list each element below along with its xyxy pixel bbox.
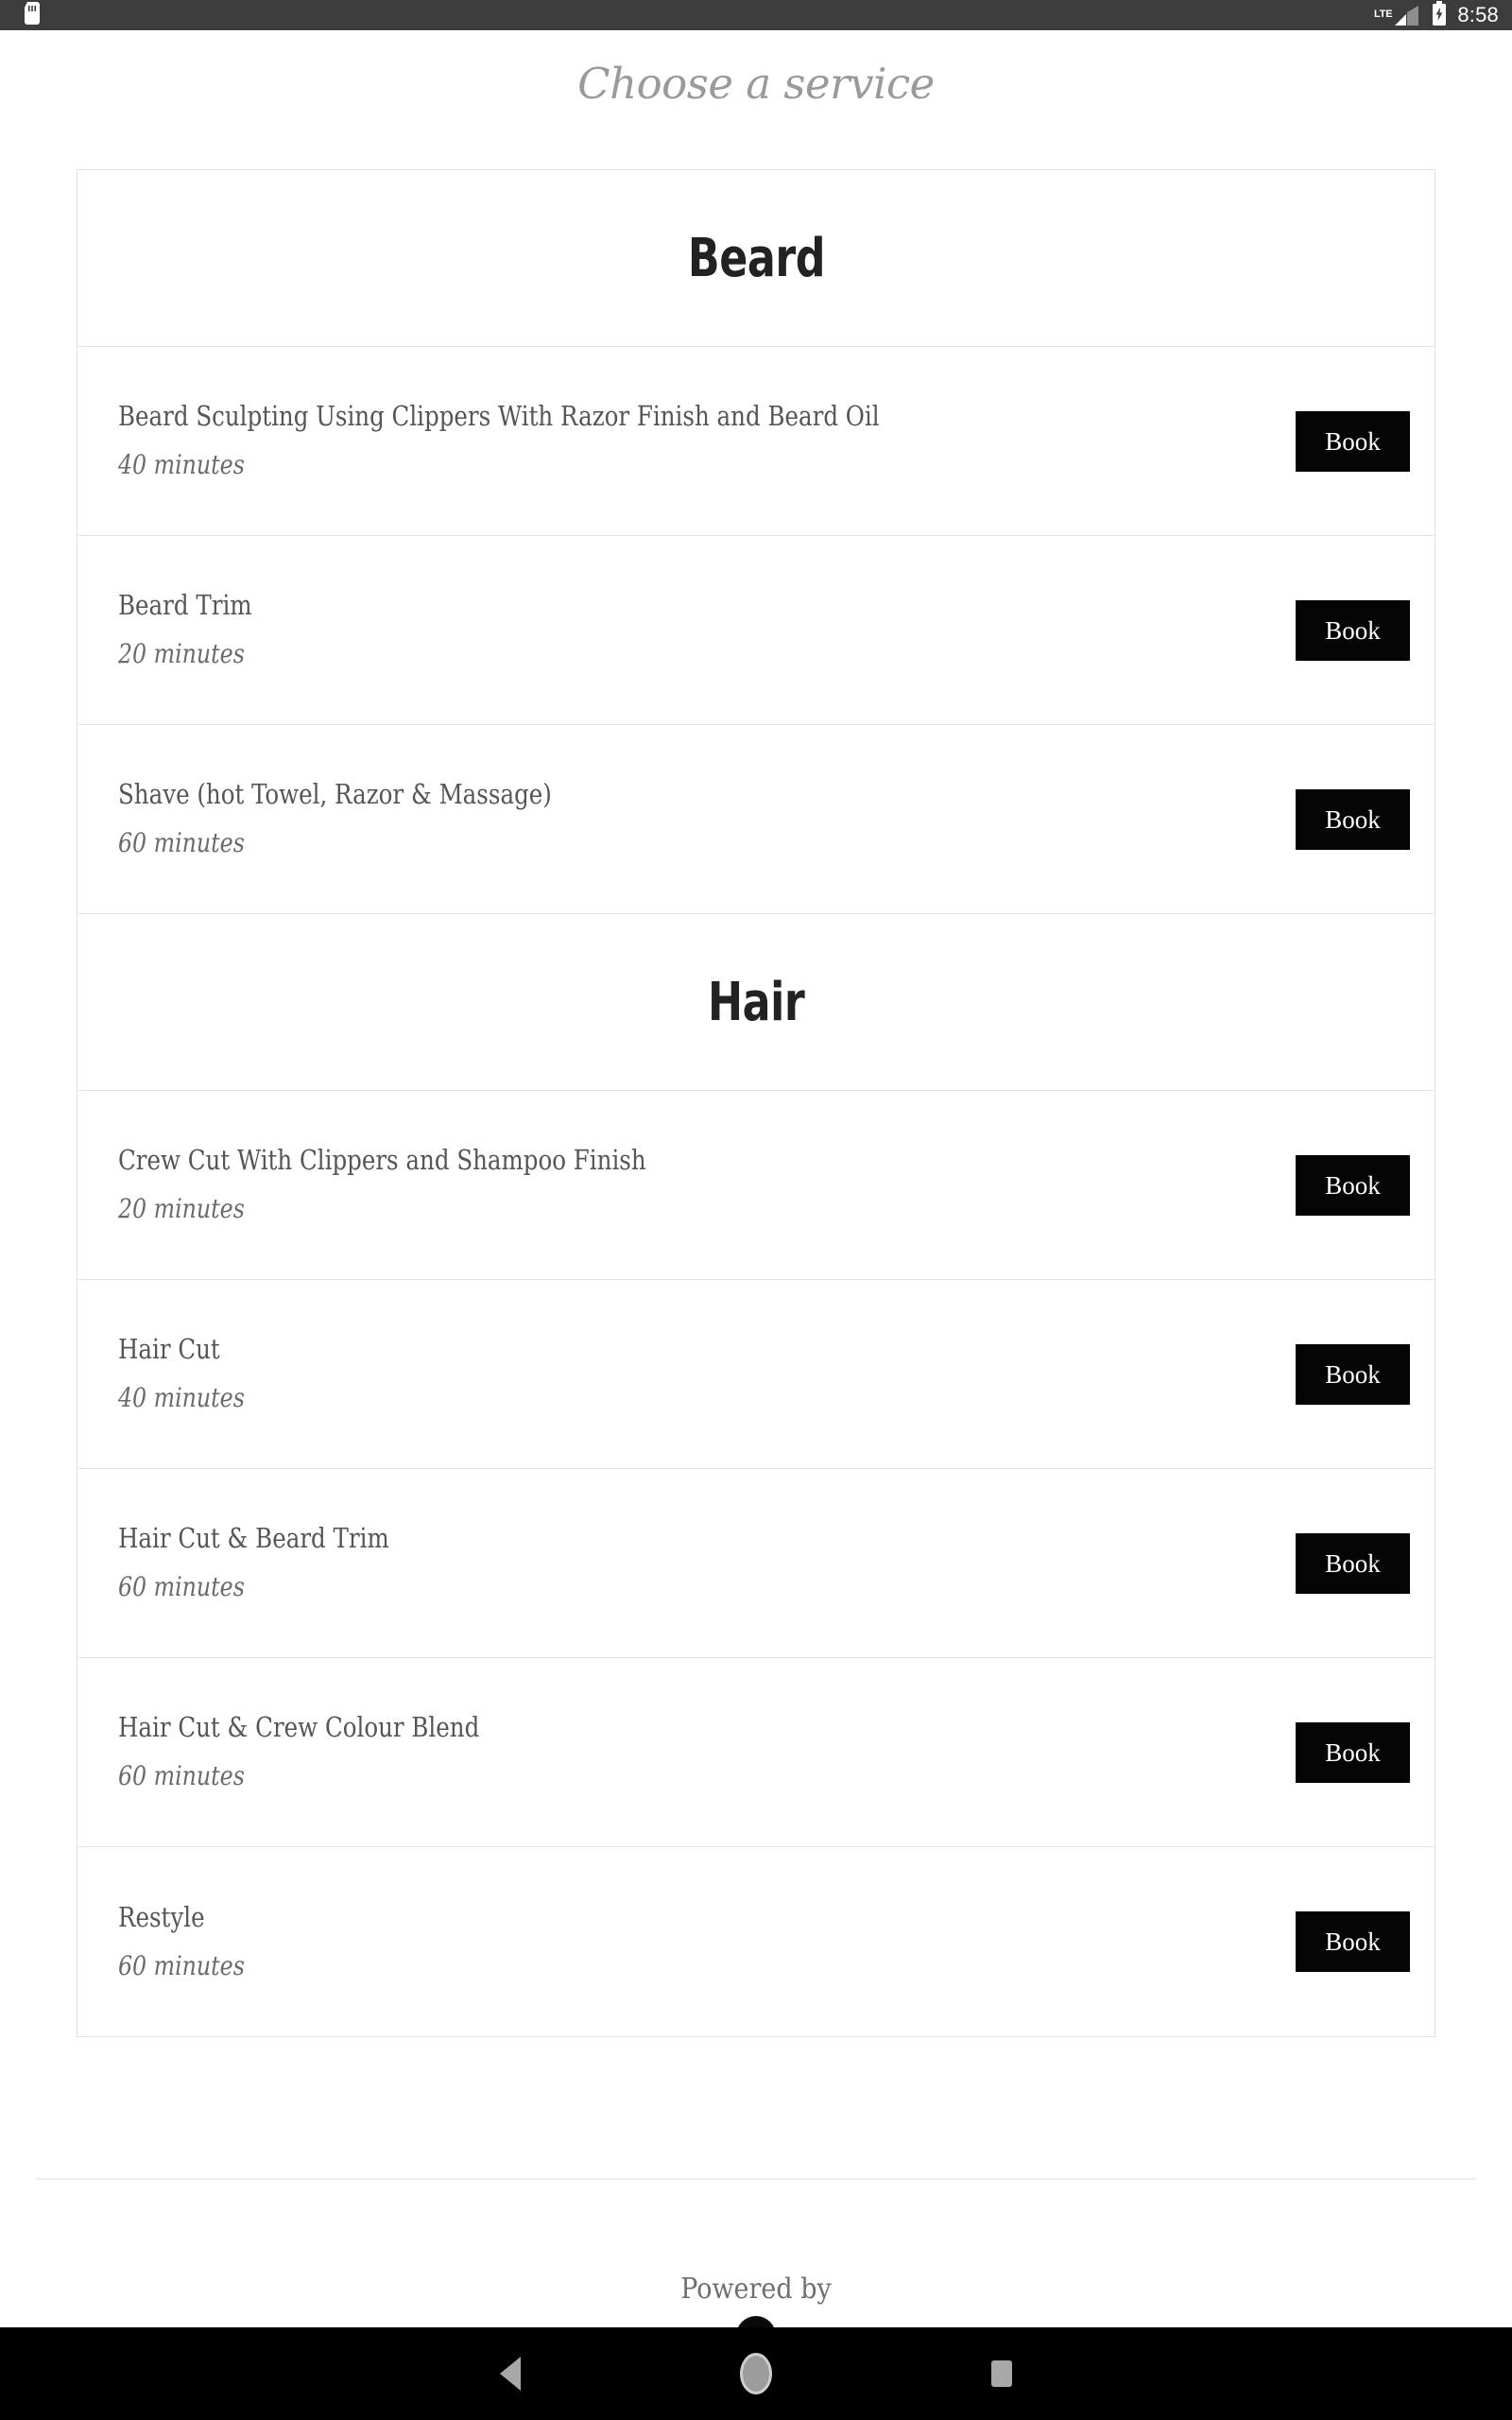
- service-name: Hair Cut & Beard Trim: [118, 1522, 389, 1555]
- service-name: Shave (hot Towel, Razor & Massage): [118, 778, 552, 811]
- service-duration: 60 minutes: [118, 1949, 245, 1981]
- service-duration: 20 minutes: [118, 1193, 245, 1225]
- service-row: Beard Sculpting Using Clippers With Razo…: [77, 347, 1435, 536]
- service-info: Restyle 60 minutes: [118, 1900, 252, 1981]
- service-info: Hair Cut & Beard Trim 60 minutes: [118, 1522, 406, 1603]
- service-row: Restyle 60 minutes Book: [77, 1847, 1435, 2036]
- section-title: Hair: [707, 971, 805, 1033]
- service-duration: 60 minutes: [118, 827, 245, 859]
- service-duration: 40 minutes: [118, 1382, 245, 1414]
- status-bar-clock: 8:58: [1457, 3, 1499, 26]
- book-button[interactable]: Book: [1296, 410, 1410, 472]
- recents-square-icon: [991, 2360, 1012, 2387]
- back-triangle-icon: [500, 2357, 521, 2391]
- service-name: Restyle: [118, 1900, 205, 1933]
- service-name: Beard Trim: [118, 589, 252, 622]
- service-name: Hair Cut & Crew Colour Blend: [118, 1711, 480, 1744]
- book-button[interactable]: Book: [1296, 1911, 1410, 1972]
- service-row: Hair Cut 40 minutes Book: [77, 1280, 1435, 1469]
- service-name: Hair Cut: [118, 1333, 220, 1366]
- home-circle-icon: [740, 2353, 772, 2394]
- book-button[interactable]: Book: [1296, 1343, 1410, 1405]
- status-bar: LTE 8:58: [0, 0, 1512, 30]
- service-duration: 20 minutes: [118, 638, 245, 670]
- nav-back-button[interactable]: [387, 2357, 633, 2391]
- android-navigation-bar: [0, 2327, 1512, 2420]
- page-title: Choose a service: [577, 59, 935, 109]
- service-info: Crew Cut With Clippers and Shampoo Finis…: [118, 1144, 679, 1225]
- service-row: Hair Cut & Beard Trim 60 minutes Book: [77, 1469, 1435, 1658]
- service-row: Beard Trim 20 minutes Book: [77, 536, 1435, 725]
- footer-divider: [36, 2178, 1476, 2180]
- service-duration: 60 minutes: [118, 1571, 245, 1603]
- service-row: Hair Cut & Crew Colour Blend 60 minutes Bo…: [77, 1658, 1435, 1847]
- sdcard-icon: [25, 1, 40, 29]
- book-button[interactable]: Book: [1296, 599, 1410, 661]
- network-type-label: LTE: [1374, 9, 1393, 20]
- book-button[interactable]: Book: [1296, 1154, 1410, 1216]
- service-name: Beard Sculpting Using Clippers With Razo…: [118, 400, 880, 433]
- service-info: Hair Cut & Crew Colour Blend 60 minutes: [118, 1711, 503, 1792]
- status-bar-left: [25, 1, 40, 29]
- book-button[interactable]: Book: [1296, 788, 1410, 850]
- battery-charging-icon: [1432, 0, 1447, 30]
- service-name: Crew Cut With Clippers and Shampoo Finis…: [118, 1144, 646, 1177]
- service-row: Shave (hot Towel, Razor & Massage) 60 min…: [77, 725, 1435, 914]
- nav-home-button[interactable]: [633, 2353, 879, 2394]
- service-info: Hair Cut 40 minutes: [118, 1333, 252, 1414]
- service-info: Beard Trim 20 minutes: [118, 589, 261, 670]
- signal-bars-icon: LTE: [1374, 4, 1421, 26]
- service-info: Beard Sculpting Using Clippers With Razo…: [118, 400, 928, 481]
- service-duration: 60 minutes: [118, 1760, 245, 1792]
- section-header-hair: Hair: [77, 914, 1435, 1091]
- nav-recents-button[interactable]: [879, 2360, 1125, 2387]
- service-list-card: Beard Beard Sculpting Using Clippers With…: [77, 169, 1435, 2037]
- service-info: Shave (hot Towel, Razor & Massage) 60 min…: [118, 778, 579, 859]
- section-title: Beard: [687, 227, 825, 289]
- status-bar-right: LTE 8:58: [1374, 0, 1499, 30]
- book-button[interactable]: Book: [1296, 1721, 1410, 1783]
- powered-by-label: Powered by: [680, 2273, 832, 2306]
- book-button[interactable]: Book: [1296, 1532, 1410, 1594]
- section-header-beard: Beard: [77, 170, 1435, 347]
- service-row: Crew Cut With Clippers and Shampoo Finis…: [77, 1091, 1435, 1280]
- service-duration: 40 minutes: [118, 449, 245, 481]
